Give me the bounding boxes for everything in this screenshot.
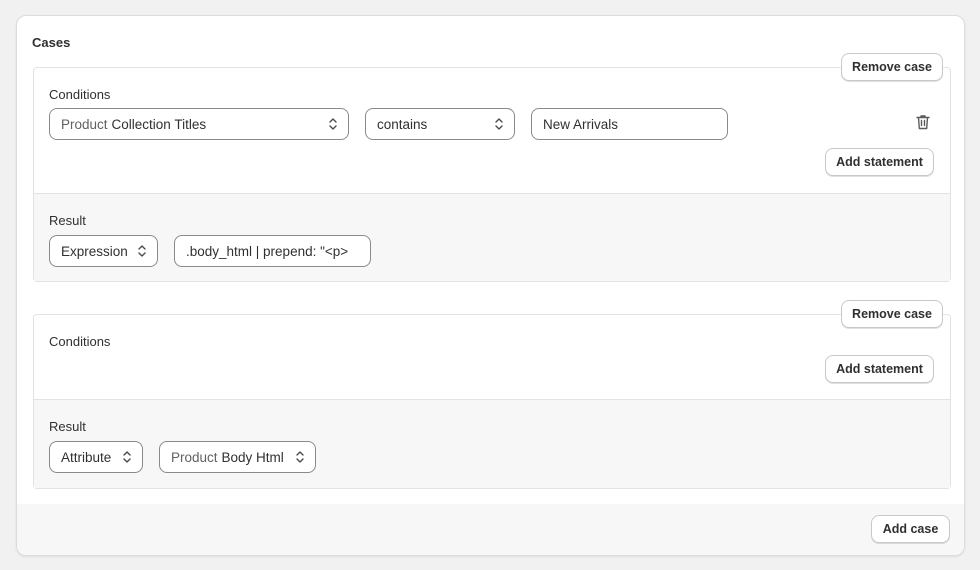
remove-case-button[interactable]: Remove case [841, 53, 943, 81]
operator-select[interactable]: contains [365, 108, 515, 140]
card-footer: Add case [17, 504, 964, 555]
result-attribute-select[interactable]: Product Body Html [159, 441, 316, 473]
result-type-select[interactable]: Expression [49, 235, 158, 267]
conditions-label: Conditions [49, 87, 111, 102]
attribute-prefix: Product [61, 116, 108, 132]
attribute-value: Collection Titles [111, 116, 207, 132]
attribute-select[interactable]: Product Collection Titles [49, 108, 349, 140]
result-attribute-prefix: Product [171, 449, 218, 465]
result-section: Result Expression .body_html | prepend: … [34, 193, 950, 281]
result-type-value: Attribute [61, 449, 112, 465]
expression-input[interactable]: .body_html | prepend: "<p> [174, 235, 371, 267]
cases-title: Cases [32, 35, 71, 50]
condition-value-text: New Arrivals [543, 116, 619, 132]
add-statement-button[interactable]: Add statement [825, 355, 934, 383]
chevron-up-down-icon [138, 245, 146, 257]
remove-case-button[interactable]: Remove case [841, 300, 943, 328]
result-type-value: Expression [61, 243, 128, 259]
conditions-label: Conditions [49, 334, 111, 349]
trash-icon[interactable] [914, 113, 932, 131]
cases-card: Cases Conditions Product Collection Titl… [16, 15, 965, 556]
condition-value-input[interactable]: New Arrivals [531, 108, 728, 140]
result-label: Result [49, 419, 86, 434]
result-section: Result Attribute Product Body Html [34, 399, 950, 488]
case-1: Conditions Product Collection Titles con… [33, 67, 951, 282]
chevron-up-down-icon [329, 118, 337, 130]
add-case-button[interactable]: Add case [871, 515, 950, 543]
chevron-up-down-icon [123, 451, 131, 463]
result-attribute-value: Body Html [221, 449, 284, 465]
result-type-select[interactable]: Attribute [49, 441, 143, 473]
case-2: Conditions Add statement Result Attribut… [33, 314, 951, 489]
add-statement-button[interactable]: Add statement [825, 148, 934, 176]
operator-value: contains [377, 116, 428, 132]
expression-text: .body_html | prepend: "<p> [186, 243, 349, 259]
chevron-up-down-icon [495, 118, 503, 130]
result-label: Result [49, 213, 86, 228]
chevron-up-down-icon [296, 451, 304, 463]
